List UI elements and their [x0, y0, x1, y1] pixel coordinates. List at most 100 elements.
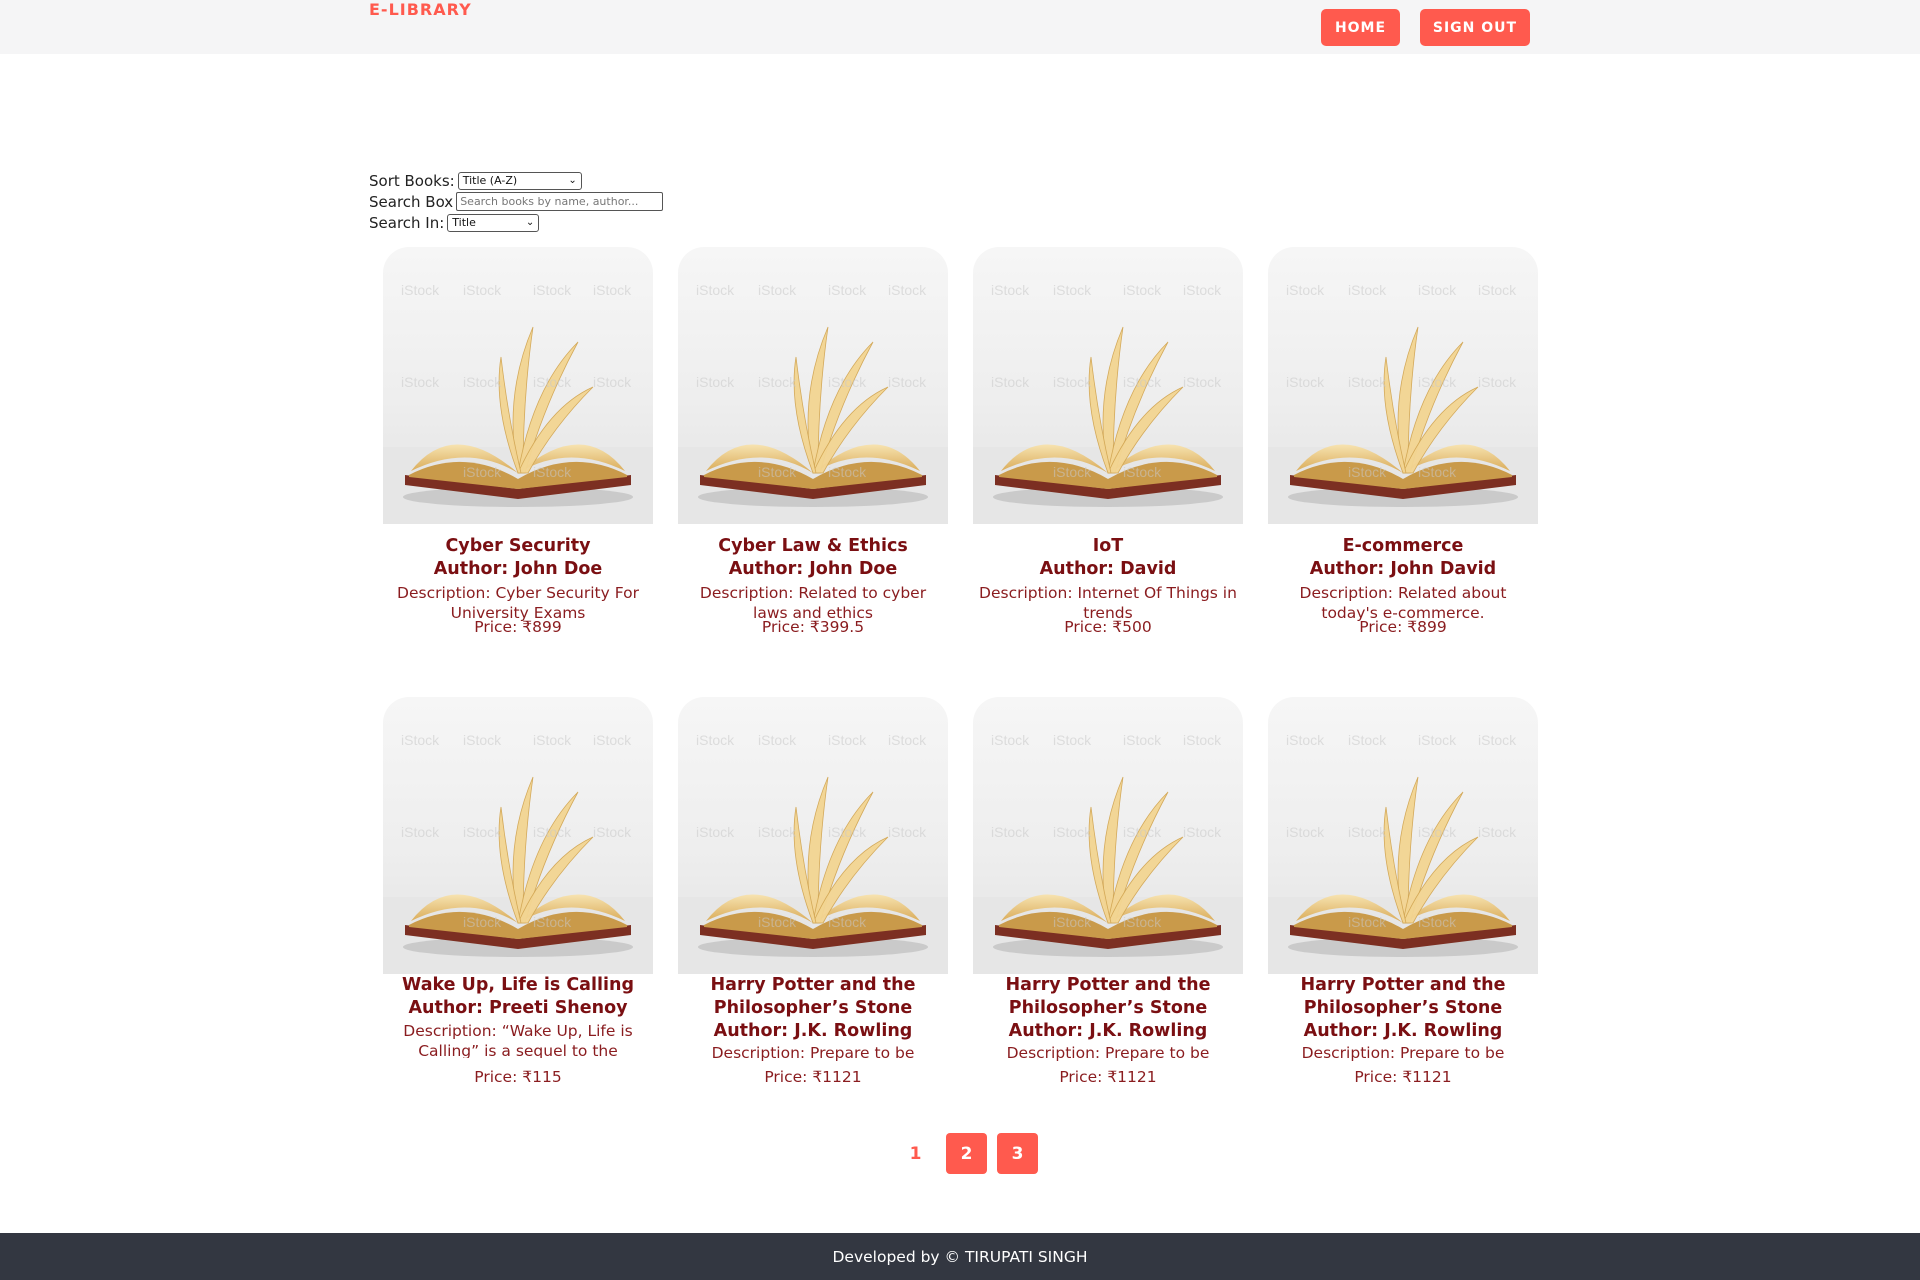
book-title-block: Wake Up, Life is Calling Author: Preeti … [383, 974, 653, 1020]
svg-text:iStock: iStock [1053, 374, 1092, 390]
book-title: E-commerce [1342, 536, 1464, 556]
book-card[interactable]: iStock iStock iStock iStock iStock iStock iSto… [1268, 697, 1538, 1097]
svg-text:iStock: iStock [1348, 824, 1387, 840]
svg-text:iStock: iStock [593, 282, 632, 298]
svg-text:iStock: iStock [828, 914, 867, 930]
svg-text:iStock: iStock [1183, 374, 1222, 390]
svg-text:iStock: iStock [1418, 282, 1457, 298]
svg-text:iStock: iStock [1123, 282, 1162, 298]
pagination: 1 2 3 [895, 1133, 1038, 1174]
svg-text:iStock: iStock [463, 824, 502, 840]
search-in-select[interactable]: Title ⌄ [447, 213, 540, 232]
search-input[interactable] [456, 192, 664, 211]
book-card[interactable]: iStock iStock iStock iStock iStock iStock iSto… [973, 697, 1243, 1097]
brand-logo-text[interactable]: E-LIBRARY [369, 0, 472, 19]
book-price: Price: ₹1121 [1354, 1068, 1452, 1086]
chevron-down-icon: ⌄ [568, 175, 577, 186]
svg-text:iStock: iStock [463, 282, 502, 298]
svg-text:iStock: iStock [1183, 732, 1222, 748]
svg-text:iStock: iStock [1123, 824, 1162, 840]
book-card[interactable]: iStock iStock iStock iStock iStock iStock iSto… [678, 247, 948, 647]
svg-text:iStock: iStock [758, 464, 797, 480]
book-title-block: Cyber Security Author: John Doe [383, 535, 653, 581]
svg-text:iStock: iStock [991, 282, 1030, 298]
search-in-label: Search In: [369, 213, 445, 232]
book-author: Author: J.K. Rowling [1303, 1021, 1503, 1041]
svg-text:iStock: iStock [1286, 374, 1325, 390]
book-title: Cyber Law & Ethics [718, 536, 908, 556]
svg-text:iStock: iStock [828, 464, 867, 480]
svg-text:iStock: iStock [1053, 914, 1092, 930]
book-card[interactable]: iStock iStock iStock iStock iStock iStock iSto… [383, 697, 653, 1097]
open-book-image: iStock iStock iStock iStock iStock iStock iSto… [973, 697, 1243, 974]
page-button-2[interactable]: 2 [946, 1133, 987, 1174]
svg-text:iStock: iStock [533, 374, 572, 390]
svg-text:iStock: iStock [593, 374, 632, 390]
svg-text:iStock: iStock [401, 824, 440, 840]
svg-text:iStock: iStock [1123, 374, 1162, 390]
book-author: Author: John Doe [728, 559, 898, 579]
book-title: Cyber Security [445, 536, 591, 556]
svg-text:iStock: iStock [1348, 732, 1387, 748]
svg-text:iStock: iStock [888, 732, 927, 748]
book-description: Description: Prepare to be [1301, 1044, 1505, 1062]
svg-text:iStock: iStock [1286, 282, 1325, 298]
book-price: Price: ₹899 [474, 618, 562, 636]
sort-select[interactable]: Title (A-Z) ⌄ [457, 171, 582, 190]
book-title-block: IoT Author: David [973, 535, 1243, 581]
book-card[interactable]: iStock iStock iStock iStock iStock iStock iSto… [973, 247, 1243, 647]
book-title-block: Harry Potter and the Philosopher’s Stone… [973, 974, 1243, 1043]
svg-text:iStock: iStock [1053, 464, 1092, 480]
svg-text:iStock: iStock [758, 374, 797, 390]
book-title: Harry Potter and the Philosopher’s Stone [1005, 975, 1211, 1018]
svg-text:iStock: iStock [828, 732, 867, 748]
svg-text:iStock: iStock [1418, 464, 1457, 480]
open-book-image: iStock iStock iStock iStock iStock iStock iSto… [383, 247, 653, 524]
book-price: Price: ₹500 [1064, 618, 1152, 636]
svg-text:iStock: iStock [1348, 914, 1387, 930]
book-title: IoT [1092, 536, 1124, 556]
book-card[interactable]: iStock iStock iStock iStock iStock iStock iSto… [1268, 247, 1538, 647]
svg-text:iStock: iStock [1053, 282, 1092, 298]
open-book-image: iStock iStock iStock iStock iStock iStock iSto… [1268, 247, 1538, 524]
search-in-selected-value: Title [452, 216, 476, 229]
svg-text:iStock: iStock [758, 732, 797, 748]
svg-text:iStock: iStock [758, 282, 797, 298]
home-button[interactable]: HOME [1321, 9, 1400, 46]
book-price: Price: ₹115 [474, 1068, 562, 1086]
svg-text:iStock: iStock [888, 282, 927, 298]
book-title-block: Harry Potter and the Philosopher’s Stone… [1268, 974, 1538, 1043]
page: E-LIBRARY HOME SIGN OUT Sort Books: Titl… [0, 0, 1920, 1280]
book-title-block: Cyber Law & Ethics Author: John Doe [678, 535, 948, 581]
svg-text:iStock: iStock [991, 374, 1030, 390]
sort-row: Sort Books: Title (A-Z) ⌄ [369, 170, 663, 191]
open-book-illustration: iStock iStock iStock iStock iStock iStock iSto… [383, 282, 653, 524]
search-in-row: Search In: Title ⌄ [369, 212, 663, 233]
book-title-block: E-commerce Author: John David [1268, 535, 1538, 581]
sign-out-button[interactable]: SIGN OUT [1420, 9, 1530, 46]
page-button-1[interactable]: 1 [895, 1133, 936, 1174]
book-card[interactable]: iStock iStock iStock iStock iStock iStock iSto… [678, 697, 948, 1097]
book-card[interactable]: iStock iStock iStock iStock iStock iStock iSto… [383, 247, 653, 647]
svg-text:iStock: iStock [1348, 282, 1387, 298]
book-price: Price: ₹1121 [1059, 1068, 1157, 1086]
svg-text:iStock: iStock [758, 914, 797, 930]
book-description: Description: Prepare to be [1006, 1044, 1210, 1062]
svg-text:iStock: iStock [1418, 374, 1457, 390]
book-title-block: Harry Potter and the Philosopher’s Stone… [678, 974, 948, 1043]
open-book-illustration: iStock iStock iStock iStock iStock iStock iSto… [678, 732, 948, 974]
open-book-illustration: iStock iStock iStock iStock iStock iStock iSto… [1268, 732, 1538, 974]
svg-text:iStock: iStock [463, 732, 502, 748]
svg-text:iStock: iStock [1123, 914, 1162, 930]
svg-text:iStock: iStock [758, 824, 797, 840]
book-author: Author: Preeti Shenoy [408, 998, 628, 1018]
open-book-image: iStock iStock iStock iStock iStock iStock iSto… [973, 247, 1243, 524]
svg-text:iStock: iStock [533, 282, 572, 298]
svg-text:iStock: iStock [888, 824, 927, 840]
svg-text:iStock: iStock [533, 914, 572, 930]
page-button-3[interactable]: 3 [997, 1133, 1038, 1174]
search-label: Search Box [369, 192, 454, 211]
svg-text:iStock: iStock [401, 374, 440, 390]
svg-text:iStock: iStock [991, 824, 1030, 840]
book-title: Harry Potter and the Philosopher’s Stone [1300, 975, 1506, 1018]
